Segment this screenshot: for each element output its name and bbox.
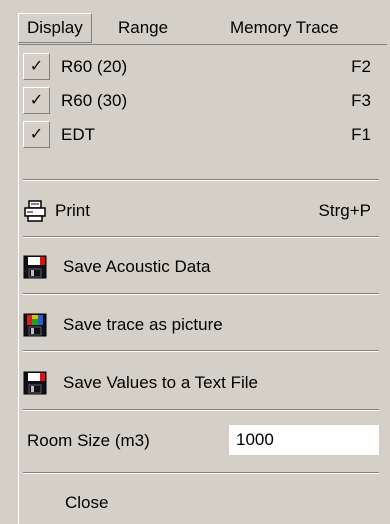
menu-item-edt[interactable]: ✓ EDT F1 [19, 119, 387, 151]
menu-item-label: Close [65, 493, 109, 512]
room-size-input[interactable]: 1000 [229, 425, 379, 455]
checkmark-icon: ✓ [23, 121, 50, 148]
floppy-disk-icon [23, 371, 47, 395]
menu-tab-memory-trace[interactable]: Memory Trace [230, 14, 339, 42]
menu-item-label: Save Acoustic Data [63, 257, 211, 276]
menu-separator [23, 293, 379, 295]
menu-bar: Display Range Memory Trace [0, 0, 390, 44]
menu-item-save-trace-as-picture[interactable]: Save trace as picture [19, 309, 387, 341]
checkmark-icon: ✓ [23, 87, 50, 114]
menu-item-label: EDT [61, 125, 95, 144]
printer-icon [24, 200, 46, 222]
menu-item-save-values-text-file[interactable]: Save Values to a Text File [19, 367, 387, 399]
menu-item-print[interactable]: Print Strg+P [19, 195, 387, 227]
menu-item-label: Save trace as picture [63, 315, 223, 334]
menu-item-label: Save Values to a Text File [63, 373, 258, 392]
menu-item-shortcut: F1 [351, 125, 371, 144]
menu-tab-range[interactable]: Range [118, 14, 168, 42]
menu-item-save-acoustic-data[interactable]: Save Acoustic Data [19, 251, 387, 283]
display-menu-dropdown: ✓ R60 (20) F2 ✓ R60 (30) F3 ✓ EDT F1 Pri… [18, 44, 387, 524]
menu-item-label: Print [55, 201, 90, 220]
menu-item-r60-20[interactable]: ✓ R60 (20) F2 [19, 51, 387, 83]
menu-separator [23, 179, 379, 181]
menu-separator [23, 236, 379, 238]
menu-item-label: R60 (30) [61, 91, 128, 110]
room-size-row: Room Size (m3) 1000 [19, 425, 387, 457]
floppy-picture-icon [23, 313, 47, 337]
menu-item-label: R60 (20) [61, 57, 128, 76]
floppy-disk-icon [23, 255, 47, 279]
checkmark-icon: ✓ [23, 53, 50, 80]
menu-tab-display[interactable]: Display [18, 13, 92, 43]
menu-item-close[interactable]: Close [19, 487, 387, 519]
menu-item-r60-30[interactable]: ✓ R60 (30) F3 [19, 85, 387, 117]
menu-separator [23, 472, 379, 474]
room-size-label: Room Size (m3) [27, 431, 150, 450]
menu-separator [23, 409, 379, 411]
menu-item-shortcut: F3 [351, 91, 371, 110]
menu-item-shortcut: Strg+P [318, 201, 371, 220]
menu-separator [23, 350, 379, 352]
menu-item-shortcut: F2 [351, 57, 371, 76]
